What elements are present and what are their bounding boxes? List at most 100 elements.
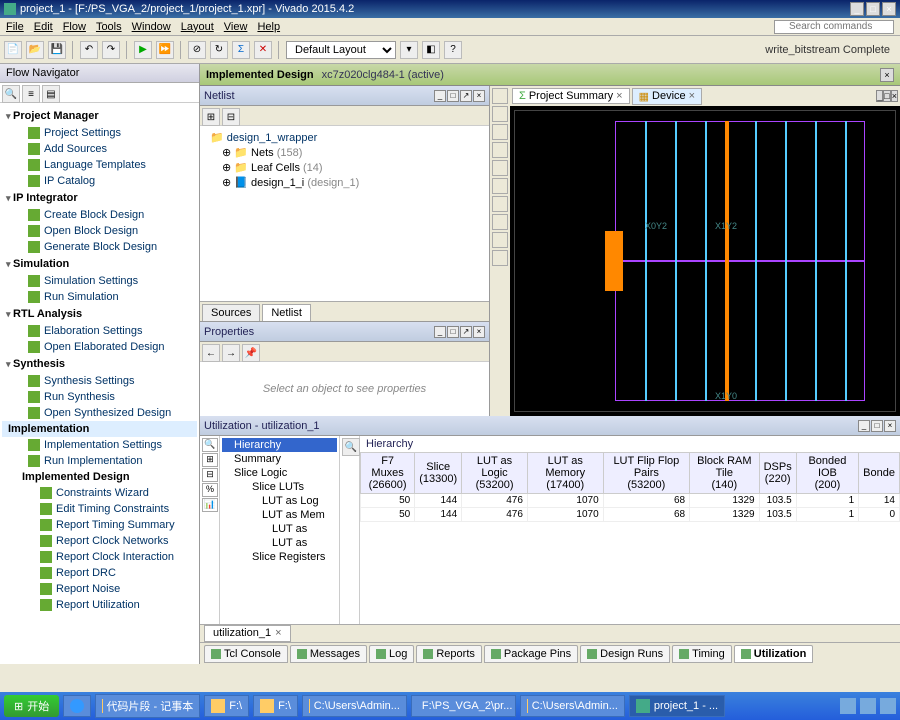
nav-run-impl[interactable]: Run Implementation	[2, 453, 197, 469]
task-vivado[interactable]: project_1 - ...	[629, 695, 725, 717]
undo-icon[interactable]: ↶	[80, 41, 98, 59]
table-row[interactable]: 501444761070681329103.5114	[361, 494, 900, 508]
max-icon[interactable]: □	[883, 90, 890, 102]
nav-lang-templates[interactable]: Language Templates	[2, 157, 197, 173]
util-lut-as2[interactable]: LUT as	[222, 536, 337, 550]
max-icon[interactable]: □	[447, 326, 459, 338]
nav-gen-block[interactable]: Generate Block Design	[2, 239, 197, 255]
nav-sim-settings[interactable]: Simulation Settings	[2, 273, 197, 289]
tab-design-runs[interactable]: Design Runs	[580, 645, 670, 663]
col-lut-mem[interactable]: LUT as Memory(17400)	[527, 453, 603, 494]
nav-report-clock-net[interactable]: Report Clock Networks	[2, 533, 197, 549]
expand-icon[interactable]: ⊟	[222, 108, 240, 126]
nav-create-block[interactable]: Create Block Design	[2, 207, 197, 223]
task-notepad[interactable]: 代码片段 - 记事本	[95, 694, 200, 718]
tab-reports[interactable]: Reports	[416, 645, 482, 663]
cross-icon[interactable]: ✕	[254, 41, 272, 59]
tray-icon[interactable]	[860, 698, 876, 714]
expand-icon[interactable]: ⊞	[202, 453, 218, 467]
refresh-icon[interactable]: ↻	[210, 41, 228, 59]
float-icon[interactable]: ◧	[422, 41, 440, 59]
col-iob[interactable]: Bonded IOB(200)	[796, 453, 858, 494]
save-icon[interactable]: 💾	[48, 41, 66, 59]
menu-view[interactable]: View	[224, 21, 248, 33]
task-folder1[interactable]: F:\	[204, 695, 249, 717]
min-icon[interactable]: _	[858, 420, 870, 432]
tab-timing[interactable]: Timing	[672, 645, 732, 663]
close-icon[interactable]: ×	[473, 326, 485, 338]
device-view[interactable]: X0Y2 X1Y2 X1Y0	[514, 110, 896, 412]
tab-netlist[interactable]: Netlist	[262, 304, 311, 321]
close-icon[interactable]: ×	[884, 420, 896, 432]
cat-simulation[interactable]: Simulation	[2, 255, 197, 273]
nav-report-timing[interactable]: Report Timing Summary	[2, 517, 197, 533]
max-icon[interactable]: □	[871, 420, 883, 432]
nav-constraints-wizard[interactable]: Constraints Wizard	[2, 485, 197, 501]
tab-utilization[interactable]: Utilization	[734, 645, 814, 663]
nav-add-sources[interactable]: Add Sources	[2, 141, 197, 157]
tray-icon[interactable]	[840, 698, 856, 714]
zoom-in-icon[interactable]	[492, 106, 508, 122]
tab-log[interactable]: Log	[369, 645, 414, 663]
cat-ip-integrator[interactable]: IP Integrator	[2, 189, 197, 207]
nav-project-settings[interactable]: Project Settings	[2, 125, 197, 141]
task-browser[interactable]	[63, 695, 91, 717]
util-slice-reg[interactable]: Slice Registers	[222, 550, 337, 564]
menu-layout[interactable]: Layout	[181, 21, 214, 33]
highlight-icon[interactable]	[492, 250, 508, 266]
nav-run-syn[interactable]: Run Synthesis	[2, 389, 197, 405]
chart-icon[interactable]: 📊	[202, 498, 218, 512]
expand-icon[interactable]: ▤	[42, 85, 60, 103]
select-icon[interactable]	[492, 160, 508, 176]
collapse-icon[interactable]: ⊟	[202, 468, 218, 482]
nav-report-noise[interactable]: Report Noise	[2, 581, 197, 597]
zoom-out-icon[interactable]	[492, 124, 508, 140]
task-folder5[interactable]: C:\Users\Admin...	[520, 695, 625, 717]
menu-window[interactable]: Window	[132, 21, 171, 33]
util-lut-log[interactable]: LUT as Log	[222, 494, 337, 508]
table-row[interactable]: 501444761070681329103.510	[361, 508, 900, 522]
util-summary[interactable]: Summary	[222, 452, 337, 466]
search-icon[interactable]: 🔍	[2, 85, 20, 103]
zoom-icon[interactable]	[492, 88, 508, 104]
close-icon[interactable]: ×	[689, 90, 695, 102]
nav-open-block[interactable]: Open Block Design	[2, 223, 197, 239]
util-file-tab[interactable]: utilization_1×	[204, 625, 291, 642]
redo-icon[interactable]: ↷	[102, 41, 120, 59]
impl-close-icon[interactable]: ×	[880, 68, 894, 82]
min-icon[interactable]: _	[434, 326, 446, 338]
run-all-icon[interactable]: ⏩	[156, 41, 174, 59]
stop-icon[interactable]: ⊘	[188, 41, 206, 59]
collapse-icon[interactable]: ≡	[22, 85, 40, 103]
col-f7[interactable]: F7 Muxes(26600)	[361, 453, 415, 494]
pin-icon[interactable]: 📌	[242, 344, 260, 362]
percent-icon[interactable]: %	[202, 483, 218, 497]
netlist-design[interactable]: ⊕ 📘 design_1_i (design_1)	[204, 175, 485, 190]
cat-synthesis[interactable]: Synthesis	[2, 355, 197, 373]
nav-ip-catalog[interactable]: IP Catalog	[2, 173, 197, 189]
close-icon[interactable]: ×	[275, 627, 281, 640]
tab-messages[interactable]: Messages	[290, 645, 367, 663]
menu-flow[interactable]: Flow	[63, 21, 86, 33]
grid-icon[interactable]	[492, 214, 508, 230]
close-icon[interactable]: ×	[616, 90, 622, 102]
col-slice[interactable]: Slice(13300)	[415, 453, 462, 494]
tray-icon[interactable]	[880, 698, 896, 714]
layout-icon[interactable]: ▾	[400, 41, 418, 59]
util-lut-as1[interactable]: LUT as	[222, 522, 337, 536]
menu-help[interactable]: Help	[257, 21, 280, 33]
nav-open-syn[interactable]: Open Synthesized Design	[2, 405, 197, 421]
fwd-icon[interactable]: →	[222, 344, 240, 362]
nav-run-sim[interactable]: Run Simulation	[2, 289, 197, 305]
find-icon[interactable]: 🔍	[342, 438, 360, 456]
close-icon[interactable]: ×	[891, 90, 898, 102]
menu-edit[interactable]: Edit	[34, 21, 53, 33]
col-bonde[interactable]: Bonde	[859, 453, 900, 494]
layers-icon[interactable]	[492, 196, 508, 212]
col-lut-logic[interactable]: LUT as Logic(53200)	[462, 453, 528, 494]
open-icon[interactable]: 📂	[26, 41, 44, 59]
new-icon[interactable]: 📄	[4, 41, 22, 59]
fit-icon[interactable]	[492, 142, 508, 158]
tab-device[interactable]: ▦Device×	[632, 88, 702, 105]
nav-impl-settings[interactable]: Implementation Settings	[2, 437, 197, 453]
